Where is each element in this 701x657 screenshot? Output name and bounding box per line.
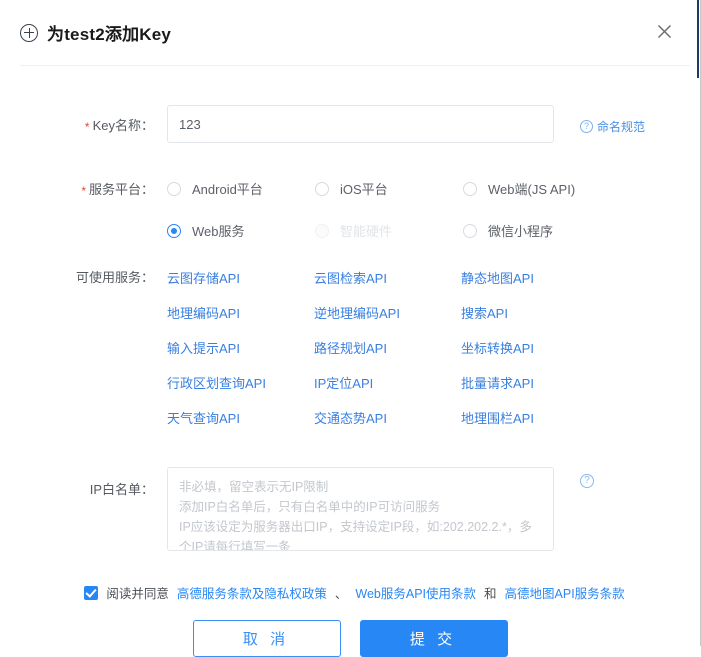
agreement-separator-1: 、 (334, 587, 348, 601)
platform-radio-group: Android平台 iOS平台 Web端(JS API) Web服务 智能硬件 … (167, 179, 612, 263)
key-name-label-text: Key名称： (92, 118, 154, 133)
radio-label: iOS平台 (340, 182, 388, 197)
naming-rules-label: 命名规范 (597, 120, 646, 134)
ip-whitelist-field-wrap: ? (167, 467, 594, 554)
key-name-field-wrap: ? 命名规范 (167, 105, 645, 143)
agreement-link-terms-privacy[interactable]: 高德服务条款及隐私权政策 (177, 583, 327, 602)
radio-label: Android平台 (192, 182, 263, 197)
agreement-checkbox[interactable] (84, 585, 99, 600)
service-link[interactable]: 交通态势API (314, 408, 461, 427)
radio-wechat-miniprogram[interactable]: 微信小程序 (463, 221, 611, 240)
radio-label: 智能硬件 (340, 224, 393, 239)
service-link[interactable]: 坐标转换API (461, 338, 608, 357)
radio-web-js-api[interactable]: Web端(JS API) (463, 179, 611, 198)
service-link[interactable]: IP定位API (314, 373, 461, 392)
service-link[interactable]: 云图存储API (167, 268, 314, 287)
radio-label: Web服务 (192, 224, 245, 239)
cancel-button[interactable]: 取 消 (193, 620, 341, 657)
radio-icon (315, 181, 329, 196)
ip-whitelist-label: IP白名单： (89, 482, 154, 497)
form-row-platform: * 服务平台： Android平台 iOS平台 Web端(JS API) Web服… (20, 179, 681, 263)
action-buttons: 取 消 提 交 (20, 620, 681, 657)
close-icon[interactable] (653, 20, 675, 42)
form-row-key-name: *Key名称： ? 命名规范 (20, 105, 681, 143)
radio-icon-disabled (315, 223, 329, 238)
form-row-ip-whitelist: IP白名单： ? (20, 467, 681, 554)
key-name-input[interactable] (167, 105, 554, 143)
radio-web-service[interactable]: Web服务 (167, 221, 315, 240)
service-link[interactable]: 路径规划API (314, 338, 461, 357)
key-name-label: * Key名称： (20, 105, 167, 134)
service-link[interactable]: 行政区划查询API (167, 373, 314, 392)
header-divider (20, 65, 690, 66)
dialog-header: 为test2添加Key (0, 0, 701, 65)
question-circle-icon: ? (580, 120, 593, 133)
service-link[interactable]: 输入提示API (167, 338, 314, 357)
service-link[interactable]: 天气查询API (167, 408, 314, 427)
service-link[interactable]: 云图检索API (314, 268, 461, 287)
agreement-separator-2: 和 (484, 587, 497, 601)
dialog-title-group: 为test2添加Key (20, 20, 171, 45)
services-link-grid: 云图存储API 云图检索API 静态地图API 地理编码API 逆地理编码API… (167, 268, 622, 443)
radio-icon-selected (167, 223, 181, 238)
agreement-link-amap-api-terms[interactable]: 高德地图API服务条款 (505, 583, 625, 602)
required-marker: * (84, 120, 90, 134)
radio-android[interactable]: Android平台 (167, 179, 315, 198)
agreement-prefix: 阅读并同意 (106, 587, 169, 601)
radio-icon (463, 181, 477, 196)
service-link[interactable]: 静态地图API (461, 268, 608, 287)
required-marker: * (81, 184, 86, 198)
service-link[interactable]: 逆地理编码API (314, 303, 461, 322)
plus-circle-icon (20, 23, 38, 42)
key-form: *Key名称： ? 命名规范 *服务平台： Android平台 iOS平台 (0, 105, 701, 657)
radio-ios[interactable]: iOS平台 (315, 179, 463, 198)
form-row-services: 可使用服务： 云图存储API 云图检索API 静态地图API 地理编码API 逆… (20, 268, 681, 443)
naming-rules-link[interactable]: ? 命名规范 (580, 118, 645, 135)
service-link[interactable]: 搜索API (461, 303, 608, 322)
service-link[interactable]: 地理编码API (167, 303, 314, 322)
radio-icon (463, 223, 477, 238)
submit-button[interactable]: 提 交 (360, 620, 508, 657)
radio-label: 微信小程序 (488, 224, 554, 239)
radio-icon (167, 181, 181, 196)
platform-label-text: 服务平台： (88, 182, 154, 197)
service-link[interactable]: 批量请求API (461, 373, 608, 392)
radio-label: Web端(JS API) (488, 182, 576, 197)
question-circle-icon[interactable]: ? (580, 474, 594, 488)
services-label: 可使用服务： (75, 270, 154, 285)
page-title: 为test2添加Key (47, 25, 172, 44)
radio-smart-hardware: 智能硬件 (315, 221, 463, 240)
agreement-row: 阅读并同意 高德服务条款及隐私权政策 、 Web服务API使用条款 和 高德地图… (20, 583, 681, 602)
service-link[interactable]: 地理围栏API (461, 408, 608, 427)
ip-whitelist-textarea[interactable] (167, 467, 554, 551)
agreement-link-webservice-api[interactable]: Web服务API使用条款 (355, 583, 476, 602)
platform-label: * 服务平台： (20, 179, 167, 198)
